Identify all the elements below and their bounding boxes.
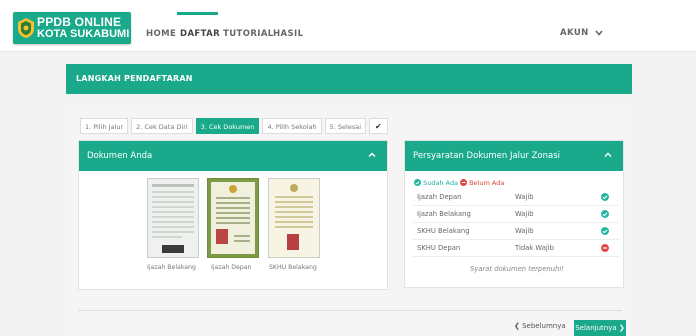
check-circle-icon [601,193,609,201]
step-cek-data-diri[interactable]: 2. Cek Data Diri [131,118,193,134]
city-emblem-icon [18,18,34,38]
chevron-up-icon[interactable] [367,150,377,160]
minus-circle-icon [460,179,467,186]
document-scan-icon [208,179,258,257]
documents-card-title: Dokumen Anda [87,151,153,161]
nav-home[interactable]: HOME [146,29,176,39]
check-circle-icon [601,210,609,218]
table-row: SKHU Belakang Wajib [413,223,619,240]
nav-tutorial[interactable]: TUTORIAL [223,29,274,39]
step-tabs: 1. Pilih Jalur 2. Cek Data Diri 3. Cek D… [80,118,388,134]
step-selesai[interactable]: 5. Selesai [324,118,367,134]
requirement-name: SKHU Belakang [417,227,470,235]
table-row: Ijazah Belakang Wajib [413,206,619,223]
requirements-note: Syarat dokumen terpenuhi! [470,265,564,273]
doc-thumb-ijazah-depan[interactable] [207,178,259,258]
requirement-name: SKHU Depan [417,244,461,252]
site-logo[interactable]: PPDB ONLINE KOTA SUKABUMI [13,12,131,44]
legend-missing-label: Belum Ada [469,179,505,187]
document-scan-icon [269,179,319,257]
logo-title: PPDB ONLINE [37,15,122,29]
check-circle-icon [601,227,609,235]
step-cek-dokumen[interactable]: 3. Cek Dokumen [195,118,260,134]
legend-done-label: Sudah Ada [423,179,459,187]
next-button[interactable]: Selanjutnya ❯ [574,320,626,336]
step-pilih-sekolah[interactable]: 4. Pilih Sekolah [262,118,322,134]
table-row: Ijazah Depan Wajib [413,189,619,206]
logo-subtitle: KOTA SUKABUMI [37,28,130,40]
check-circle-icon [414,179,421,186]
table-row: SKHU Depan Tidak Wajib [413,240,619,257]
legend-missing: Belum Ada [460,179,504,187]
doc-caption-skhu-belakang: SKHU Belakang [269,264,317,271]
doc-thumb-skhu-belakang[interactable] [268,178,320,258]
requirement-status: Tidak Wajib [515,244,554,252]
requirements-card-header: Persyaratan Dokumen Jalur Zonasi [405,141,623,171]
requirement-status: Wajib [515,227,534,235]
document-scan-icon [148,179,198,257]
chevron-up-icon[interactable] [603,150,613,160]
step-pilih-jalur[interactable]: 1. Pilih Jalur [80,118,129,134]
requirement-status: Wajib [515,193,534,201]
doc-thumb-ijazah-belakang[interactable] [147,178,199,258]
divider [78,310,622,311]
requirement-status: Wajib [515,210,534,218]
nav-active-indicator [177,12,218,15]
nav-hasil[interactable]: HASIL [273,29,303,39]
requirement-name: Ijazah Depan [417,193,462,201]
top-navbar: PPDB ONLINE KOTA SUKABUMI HOME DAFTAR TU… [0,0,696,52]
account-menu[interactable]: AKUN [560,28,603,38]
doc-caption-ijazah-depan: Ijazah Depan [211,264,252,271]
nav-daftar[interactable]: DAFTAR [180,29,220,39]
account-label: AKUN [560,28,589,38]
legend-done: Sudah Ada [414,179,458,187]
documents-card-header: Dokumen Anda [79,141,387,171]
section-header: LANGKAH PENDAFTARAN [66,64,632,94]
previous-button[interactable]: ❮ Sebelumnya [514,322,566,330]
minus-circle-icon [601,244,609,252]
step-check-icon[interactable]: ✔ [369,118,388,134]
doc-caption-ijazah-belakang: Ijazah Belakang [147,264,196,271]
requirements-card-title: Persyaratan Dokumen Jalur Zonasi [413,151,561,161]
section-title: LANGKAH PENDAFTARAN [76,74,193,83]
requirement-name: Ijazah Belakang [417,210,471,218]
chevron-down-icon [595,29,603,36]
